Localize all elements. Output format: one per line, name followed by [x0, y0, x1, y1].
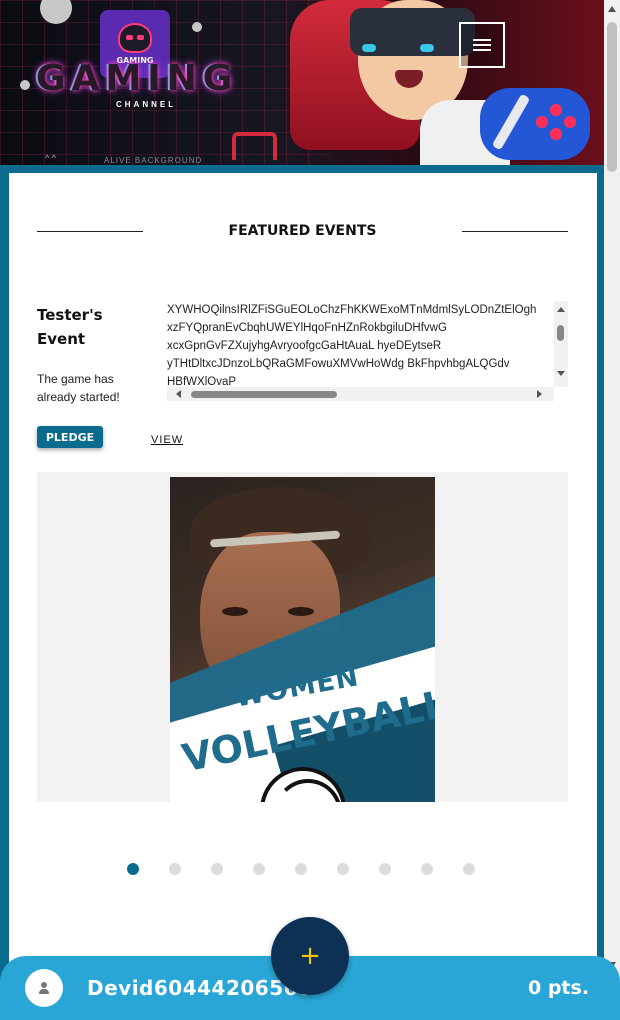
description-line: XYWHOQilnsIRlZFiSGuEOLoChzFhKKWExoMTnMdm… [167, 304, 537, 316]
event-status: The game has already started! [37, 372, 120, 404]
description-line: yTHtDltxcJDnzoLbQRaGMFowuXMVwHoWdg BkFhp… [167, 358, 510, 370]
scroll-up-arrow-icon[interactable] [557, 307, 565, 312]
page-scrollbar-thumb[interactable] [607, 22, 617, 172]
event-image-slider[interactable]: WOMEN VOLLEYBALL [37, 472, 568, 802]
decor-dot [192, 22, 202, 32]
brand-title: GAMING [36, 58, 239, 99]
description-horizontal-scrollbar[interactable] [167, 387, 554, 401]
description-vertical-scrollbar[interactable] [554, 301, 568, 387]
event-description: XYWHOQilnsIRlZFiSGuEOLoChzFhKKWExoMTnMdm… [167, 301, 552, 387]
event-poster-image[interactable]: WOMEN VOLLEYBALL [170, 477, 435, 802]
skull-icon [118, 23, 152, 53]
user-icon [38, 982, 50, 994]
slider-dot[interactable] [295, 863, 307, 875]
slider-dot[interactable] [127, 863, 139, 875]
slider-dot[interactable] [337, 863, 349, 875]
controller-image [480, 88, 590, 160]
view-link[interactable]: VIEW [151, 434, 183, 446]
avatar[interactable] [25, 969, 63, 1007]
event-description-box[interactable]: XYWHOQilnsIRlZFiSGuEOLoChzFhKKWExoMTnMdm… [167, 301, 568, 401]
slider-dot[interactable] [379, 863, 391, 875]
header-arrows: ^ ^ [45, 153, 56, 163]
plus-icon: + [299, 941, 321, 971]
points-display: 0 pts. [528, 977, 590, 999]
description-line: HBfWXlOvaP [167, 376, 237, 387]
brand-subtitle: CHANNEL [116, 100, 177, 109]
scroll-right-arrow-icon[interactable] [537, 390, 542, 398]
event-title: Tester's Event [37, 306, 103, 348]
featured-events-card: FEATURED EVENTS Tester's Event The game … [9, 173, 597, 973]
slider-pagination [127, 863, 475, 875]
slider-dot[interactable] [421, 863, 433, 875]
description-line: xcxGpnGvFZXujyhgAvryoofgcGaHtAuaL hyeDEy… [167, 340, 442, 352]
title-rule-right [462, 230, 568, 232]
header-banner: GAMING GAMING CHANNEL ^ ^ ALIVE BACKGROU… [0, 0, 604, 165]
hamburger-menu-icon [473, 39, 491, 41]
add-button[interactable]: + [271, 917, 349, 995]
header-faint-text: ALIVE BACKGROUND [104, 156, 203, 165]
section-title-row: FEATURED EVENTS [37, 221, 568, 241]
slider-dot[interactable] [253, 863, 265, 875]
title-rule-left [37, 230, 143, 232]
vr-headset-image [350, 8, 475, 56]
scroll-down-arrow-icon[interactable] [557, 371, 565, 376]
description-line: xzFYQpranEvCbqhUWEYlHqoFnHZnRokbgiluDHfv… [167, 322, 447, 334]
section-title: FEATURED EVENTS [228, 223, 377, 239]
menu-button[interactable] [459, 22, 505, 68]
slider-dot[interactable] [169, 863, 181, 875]
chair-leg-image [232, 132, 277, 160]
scrollbar-thumb[interactable] [557, 325, 564, 341]
slider-dot[interactable] [463, 863, 475, 875]
pledge-button[interactable]: PLEDGE [37, 426, 103, 448]
scrollbar-thumb[interactable] [191, 391, 337, 398]
scroll-up-arrow-icon[interactable] [608, 6, 616, 12]
scroll-left-arrow-icon[interactable] [176, 390, 181, 398]
decor-dot [20, 80, 30, 90]
slider-dot[interactable] [211, 863, 223, 875]
